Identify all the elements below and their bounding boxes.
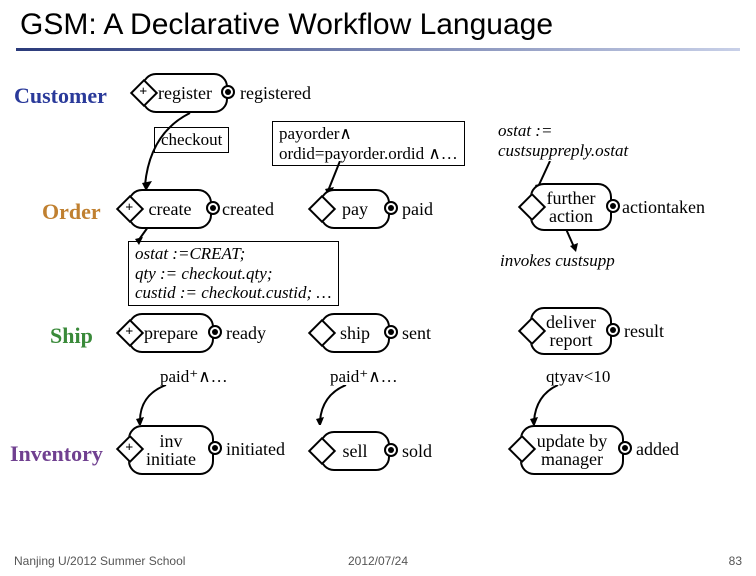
milestone-created: created [222, 199, 274, 220]
anno-ostat-creat: ostat :=CREAT; qty := checkout.qty; cust… [128, 241, 339, 306]
milestone-dot-added [618, 441, 632, 455]
milestone-ready: ready [226, 323, 266, 344]
milestone-dot-created [206, 201, 220, 215]
anno-checkout: checkout [154, 127, 229, 153]
row-label-inventory: Inventory [10, 441, 103, 467]
milestone-result: result [624, 321, 664, 342]
milestone-paid: paid [402, 199, 433, 220]
diagram-area: Customer Order Ship Inventory register +… [0, 61, 756, 541]
milestone-dot-actiontaken [606, 199, 620, 213]
footer-page: 83 [729, 554, 742, 568]
milestone-dot-sent [384, 325, 398, 339]
milestone-sent: sent [402, 323, 431, 344]
milestone-dot-ready [208, 325, 222, 339]
milestone-dot-initiated [208, 441, 222, 455]
anno-payorder: payorder∧ ordid=payorder.ordid ∧… [272, 121, 465, 166]
anno-invokes: invokes custsupp [500, 251, 615, 271]
footer-date: 2012/07/24 [348, 554, 408, 568]
milestone-sold: sold [402, 441, 432, 462]
title-underline [16, 48, 740, 51]
milestone-dot-paid [384, 201, 398, 215]
milestone-dot-sold [384, 443, 398, 457]
milestone-dot-registered [221, 85, 235, 99]
milestone-initiated: initiated [226, 439, 285, 460]
milestone-actiontaken: actiontaken [622, 197, 705, 218]
stage-update-by-manager: update by manager [520, 425, 624, 475]
milestone-dot-result [606, 323, 620, 337]
row-label-ship: Ship [50, 323, 93, 349]
anno-paid-plus-left: paid⁺∧… [160, 367, 228, 387]
anno-ostat-assign: ostat := custsuppreply.ostat [498, 121, 628, 160]
slide-title: GSM: A Declarative Workflow Language [0, 0, 756, 48]
milestone-added: added [636, 439, 679, 460]
row-label-customer: Customer [14, 83, 107, 109]
milestone-registered: registered [240, 83, 311, 104]
footer-left: Nanjing U/2012 Summer School [14, 554, 185, 568]
anno-paid-plus-right: paid⁺∧… [330, 367, 398, 387]
row-label-order: Order [42, 199, 101, 225]
anno-qtyav: qtyav<10 [546, 367, 610, 387]
